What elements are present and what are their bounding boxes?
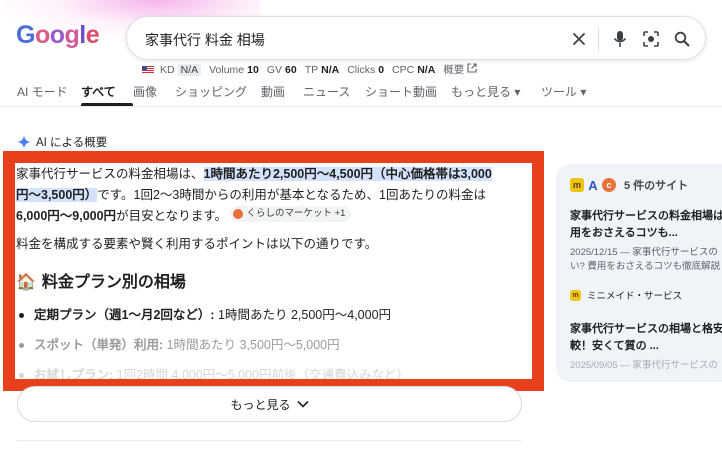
tab-shopping[interactable]: ショッピング	[175, 83, 261, 100]
google-logo[interactable]: Google	[16, 21, 100, 50]
site-a-favicon-icon: A	[588, 177, 598, 193]
overview-link[interactable]: 概要	[443, 62, 464, 77]
plan-heading: 🏠 料金プラン別の相場	[16, 274, 186, 291]
search-icon[interactable]	[670, 27, 694, 51]
us-flag-icon	[142, 65, 154, 74]
site-favicon-icon	[233, 209, 244, 219]
tab-images[interactable]: 画像	[133, 83, 175, 100]
minimaid-favicon-icon: m	[570, 289, 581, 301]
section-divider	[17, 440, 522, 441]
ai-overview-title: AI による概要	[36, 137, 108, 149]
sources-header[interactable]: m A c 5 件のサイト	[570, 177, 688, 193]
ai-overview-content: 家事代行サービスの料金相場は、1時間あたり2,500円〜4,500円（中心価格帯…	[16, 160, 528, 382]
search-divider	[598, 27, 599, 51]
seo-metrics-bar: KD N/A Volume 10 GV 60 TP N/A Clicks 0 CPC N/A…	[142, 62, 477, 77]
sources-panel: m A c 5 件のサイト 家事代行サービスの料金相場は 用をおさえるコツも..…	[556, 164, 722, 382]
ai-intro-paragraph: 料金を構成する要素や賢く利用するポイントは以下の通りです。	[16, 237, 378, 251]
search-box[interactable]: 家事代行 料金 相場	[126, 16, 706, 60]
camera-search-icon[interactable]	[639, 27, 663, 51]
plan-list: 定期プラン（週1〜月2回など）: 1時間あたり 2,500円〜4,000円 スポ…	[16, 303, 409, 382]
source-count: 5 件のサイト	[624, 180, 689, 192]
tab-all[interactable]: すべて	[81, 83, 133, 106]
chevron-down-icon	[296, 400, 309, 408]
microphone-icon[interactable]	[608, 27, 632, 51]
house-icon: 🏠	[16, 274, 36, 291]
sparkle-icon	[17, 135, 31, 149]
tab-videos[interactable]: 動画	[261, 83, 303, 100]
source-card[interactable]: 家事代行サービスの料金相場は 用をおさえるコツも... 2025/12/15 —…	[570, 208, 722, 274]
source-chip[interactable]: くらしのマーケット +1	[230, 206, 352, 222]
tab-short-videos[interactable]: ショート動画	[365, 83, 451, 100]
ai-summary-paragraph: 家事代行サービスの料金相場は、1時間あたり2,500円〜4,500円（中心価格帯…	[16, 167, 492, 223]
minimaid-favicon-icon: m	[570, 178, 584, 192]
tab-ai-mode[interactable]: AI モード	[17, 83, 81, 100]
source-card[interactable]: 家事代行サービスの相場と格安 較！安くて質の ... 2025/09/05 — …	[570, 321, 722, 373]
source-site[interactable]: m ミニメイド・サービス	[570, 288, 682, 302]
search-input[interactable]: 家事代行 料金 相場	[145, 30, 265, 50]
tab-tools[interactable]: ツール ▾	[541, 83, 601, 100]
list-item: スポット（単発）利用: 1時間あたり 3,500円〜5,000円	[16, 333, 409, 363]
kurashi-favicon-icon: c	[602, 178, 616, 192]
list-item: 定期プラン（週1〜月2回など）: 1時間あたり 2,500円〜4,000円	[16, 303, 409, 333]
tab-news[interactable]: ニュース	[303, 83, 365, 100]
show-more-button[interactable]: もっと見る	[17, 386, 522, 422]
search-tabs: AI モード すべて 画像 ショッピング 動画 ニュース ショート動画 もっと見…	[17, 83, 601, 106]
external-link-icon[interactable]	[467, 63, 477, 76]
tab-more[interactable]: もっと見る ▾	[451, 83, 541, 100]
tabs-divider	[0, 106, 722, 107]
list-item: お試しプラン: 1回2時間 4,000円〜5,000円前後（交通費込みなど）	[16, 363, 409, 382]
ai-overview-header: AI による概要	[17, 134, 107, 150]
close-icon[interactable]	[567, 27, 591, 51]
